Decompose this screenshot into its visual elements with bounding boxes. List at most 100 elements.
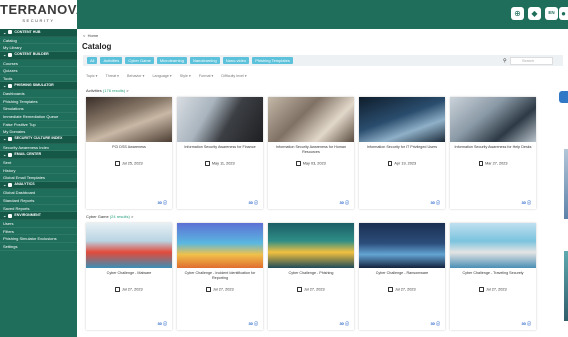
support-icon[interactable]: ⊕ xyxy=(511,7,524,20)
catalog-card[interactable]: Information Security Awareness for Finan… xyxy=(177,97,263,209)
sidebar-section[interactable]: ⌄ CONTENT HUB xyxy=(0,29,77,37)
sidebar-item[interactable]: History xyxy=(0,167,77,175)
sidebar-item-label: Saved Reports xyxy=(3,205,30,211)
help-tab[interactable] xyxy=(559,91,568,103)
tab-cyber-game[interactable]: Cyber Game xyxy=(125,57,154,64)
card-thumbnail[interactable] xyxy=(359,97,445,142)
filter-dropdown[interactable]: Threat ▾ xyxy=(105,74,119,78)
catalog-card[interactable]: Cyber Challenge - Malware Jul 27, 2023 30 … xyxy=(86,223,172,330)
card-thumbnail[interactable] xyxy=(86,97,172,142)
card-languages-badge[interactable]: 30 ⓢ xyxy=(339,321,349,327)
sidebar-item[interactable]: False Positive Tup xyxy=(0,121,77,129)
card-languages-badge[interactable]: 30 ⓢ xyxy=(248,321,258,327)
card-languages-badge[interactable]: 30 ⓢ xyxy=(521,321,531,327)
sidebar-item-label: My Domains xyxy=(3,129,26,135)
calendar-icon xyxy=(478,161,484,166)
calendar-icon xyxy=(388,287,393,292)
card-date: Jul 25, 2023 xyxy=(86,161,172,166)
card-languages-badge[interactable]: 30 ⓢ xyxy=(430,321,440,327)
learner-view-icon[interactable]: ◆ xyxy=(528,7,541,20)
cybergame-arrow: > xyxy=(130,214,134,219)
sidebar-section[interactable]: ⌄ PHISHING SIMULATOR xyxy=(0,82,77,91)
sidebar-item[interactable]: My Library xyxy=(0,44,77,52)
filter-dropdown[interactable]: Topic ▾ xyxy=(86,74,97,78)
card-thumbnail[interactable] xyxy=(177,223,263,268)
sidebar-item[interactable]: Phishing Simulator Exclusions xyxy=(0,235,77,243)
catalog-card[interactable]: Information Security for IT Privileged U… xyxy=(359,97,445,209)
catalog-card[interactable]: Cyber Challenge - Incident Identificatio… xyxy=(177,223,263,330)
page-title: Catalog xyxy=(82,42,112,51)
card-date: May 11, 2023 xyxy=(177,161,263,166)
sidebar-item[interactable]: Standard Reports xyxy=(0,197,77,205)
card-thumbnail[interactable] xyxy=(268,97,354,142)
catalog-card[interactable]: Cyber Challenge - Traveling Securely Jul … xyxy=(450,223,536,330)
scroll-next-card[interactable] xyxy=(564,251,568,321)
catalog-card[interactable]: Information Security Awareness for Help … xyxy=(450,97,536,209)
card-thumbnail[interactable] xyxy=(450,223,536,268)
card-languages-badge[interactable]: 30 ⓢ xyxy=(430,200,440,206)
sidebar-item[interactable]: Settings xyxy=(0,243,77,251)
catalog-card[interactable]: Cyber Challenge - Phishing Jul 27, 2023 30… xyxy=(268,223,354,330)
sidebar-item[interactable]: Filters xyxy=(0,228,77,236)
card-thumbnail[interactable] xyxy=(450,97,536,142)
sidebar-item[interactable]: Simulations xyxy=(0,105,77,114)
sidebar-item[interactable]: Catalog xyxy=(0,37,77,45)
tab-nanolearning[interactable]: Nanolearning xyxy=(189,57,220,64)
filter-dropdown[interactable]: Format ▾ xyxy=(199,74,214,78)
sidebar-section[interactable]: ⌄ EMAIL CENTER xyxy=(0,151,77,159)
catalog-card[interactable]: Cyber Challenge - Ransomware Jul 27, 2023… xyxy=(359,223,445,330)
user-avatar-icon[interactable]: ● xyxy=(559,7,568,20)
catalog-card[interactable]: Information Security Awareness for Human… xyxy=(268,97,354,209)
sidebar-item[interactable]: Courses xyxy=(0,60,77,68)
sidebar-item[interactable]: Saved Reports xyxy=(0,205,77,213)
scroll-next-card[interactable] xyxy=(564,149,568,219)
activities-section-label[interactable]: Activities (176 results) > xyxy=(86,88,129,93)
tab-all[interactable]: All xyxy=(87,57,98,64)
tab-phishing-templates[interactable]: Phishing Templates xyxy=(252,57,293,64)
sidebar-section[interactable]: ⌄ ANALYTICS xyxy=(0,181,77,190)
filter-dropdown[interactable]: Difficulty level ▾ xyxy=(221,74,246,78)
sidebar-item-label: CONTENT HUB xyxy=(14,29,41,34)
sidebar-item[interactable]: Quizzes xyxy=(0,67,77,75)
sidebar-section[interactable]: ⌄ SECURITY CULTURE INDEX xyxy=(0,135,77,144)
card-date: Apr 19, 2023 xyxy=(359,161,445,166)
catalog-card[interactable]: PCI DSS Awareness Jul 25, 2023 30 ⓢ xyxy=(86,97,172,209)
sidebar-item[interactable]: Sent xyxy=(0,159,77,167)
tab-activities[interactable]: Activities xyxy=(100,57,123,64)
card-thumbnail[interactable] xyxy=(268,223,354,268)
sidebar-item[interactable]: Immediate Remediation Queue xyxy=(0,113,77,121)
breadcrumb[interactable]: < Home xyxy=(83,33,98,38)
sidebar-section[interactable]: ⌄ ENVIRONMENT xyxy=(0,212,77,221)
breadcrumb-home[interactable]: Home xyxy=(88,33,99,38)
sidebar-section[interactable]: ⌄ CONTENT BUILDER xyxy=(0,51,77,60)
sidebar-item[interactable]: My Domains xyxy=(0,128,77,136)
filter-dropdown[interactable]: Style ▾ xyxy=(180,74,191,78)
card-languages-badge[interactable]: 30 ⓢ xyxy=(157,200,167,206)
card-languages-badge[interactable]: 30 ⓢ xyxy=(157,321,167,327)
card-thumbnail[interactable] xyxy=(359,223,445,268)
logo[interactable]: TERRANOVA SECURITY xyxy=(0,0,77,29)
sidebar-item-label: Global Email Templates xyxy=(3,175,45,181)
sidebar-item[interactable]: Tools xyxy=(0,75,77,83)
sidebar-item[interactable]: Global Email Templates xyxy=(0,174,77,182)
tab-nano-video[interactable]: Nano-video xyxy=(222,57,250,64)
sidebar-item[interactable]: Dashboards xyxy=(0,90,77,98)
sidebar-item-label: Dashboards xyxy=(3,91,25,97)
search-input[interactable]: ⚲ Search xyxy=(503,56,553,65)
sidebar-item[interactable]: Phishing Templates xyxy=(0,98,77,106)
cybergame-section-label[interactable]: Cyber Game (24 results) > xyxy=(86,214,133,219)
sidebar-item[interactable]: Users xyxy=(0,220,77,228)
sidebar-item[interactable]: Global Dashboard xyxy=(0,189,77,198)
app: TERRANOVA SECURITY ⌄ CONTENT HUB Catalog My… xyxy=(0,0,568,337)
language-button[interactable]: EN xyxy=(545,7,558,20)
card-languages-badge[interactable]: 30 ⓢ xyxy=(521,200,531,206)
sidebar-item[interactable]: Security Awareness Index xyxy=(0,144,77,152)
card-thumbnail[interactable] xyxy=(177,97,263,142)
tab-microlearning[interactable]: Microlearning xyxy=(156,57,187,64)
filter-dropdown[interactable]: Language ▾ xyxy=(152,74,171,78)
card-languages-badge[interactable]: 30 ⓢ xyxy=(248,200,258,206)
filter-dropdown[interactable]: Behavior ▾ xyxy=(127,74,144,78)
card-thumbnail[interactable] xyxy=(86,223,172,268)
card-languages-badge[interactable]: 30 ⓢ xyxy=(339,200,349,206)
main-content: < Home Catalog All Activities Cyber Game Mi… xyxy=(77,29,568,337)
